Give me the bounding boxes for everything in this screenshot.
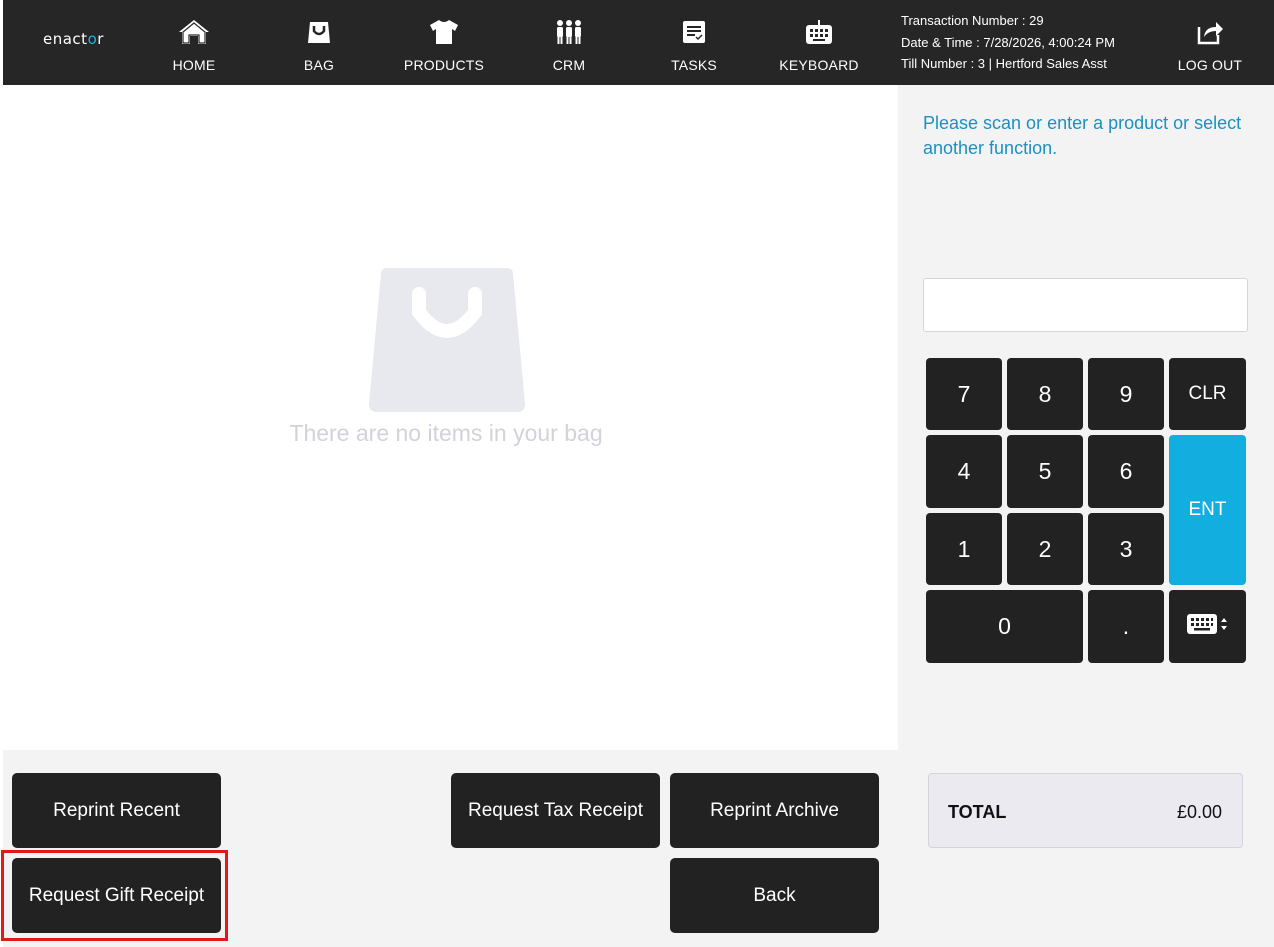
people-icon — [554, 18, 584, 46]
bag-icon — [306, 18, 332, 46]
tshirt-icon — [429, 18, 459, 46]
total-label: TOTAL — [948, 802, 1007, 822]
nav-products-label: PRODUCTS — [403, 57, 485, 73]
empty-bag-icon — [367, 268, 527, 419]
till-number: Till Number : 3 | Hertford Sales Asst — [901, 56, 1107, 71]
enactor-logo: enactor — [43, 30, 104, 48]
request-tax-receipt-button[interactable]: Request Tax Receipt — [451, 773, 660, 848]
key-clear[interactable]: CLR — [1169, 358, 1246, 430]
transaction-info: Transaction Number : 29 Date & Time : 7/… — [901, 10, 1115, 75]
empty-bag-message: There are no items in your bag — [289, 420, 603, 446]
keyboard-toggle-icon — [1186, 612, 1230, 642]
nav-crm-label: CRM — [552, 57, 586, 73]
keyboard-toggle-button[interactable] — [1169, 590, 1246, 663]
key-6[interactable]: 6 — [1088, 435, 1164, 508]
key-8[interactable]: 8 — [1007, 358, 1083, 430]
nav-bag[interactable]: BAG — [269, 0, 369, 85]
product-entry-input[interactable] — [923, 278, 1248, 332]
nav-bag-label: BAG — [303, 57, 335, 73]
nav-tasks[interactable]: TASKS — [644, 0, 744, 85]
transaction-number: Transaction Number : 29 — [901, 13, 1044, 28]
back-button[interactable]: Back — [670, 858, 879, 933]
nav-home-label: HOME — [172, 57, 216, 73]
reprint-archive-button[interactable]: Reprint Archive — [670, 773, 879, 848]
nav-products[interactable]: PRODUCTS — [394, 0, 494, 85]
pos-app: enactor HOME BAG PRODUCTS CRM TASKS KEYB… — [0, 0, 1274, 947]
nav-tasks-label: TASKS — [671, 57, 717, 73]
nav-home[interactable]: HOME — [144, 0, 244, 85]
key-5[interactable]: 5 — [1007, 435, 1083, 508]
tasks-icon — [682, 18, 706, 46]
home-icon — [178, 18, 210, 46]
logout-button[interactable]: LOG OUT — [1160, 0, 1260, 85]
key-4[interactable]: 4 — [926, 435, 1002, 508]
key-7[interactable]: 7 — [926, 358, 1002, 430]
keyboard-icon — [805, 18, 833, 46]
nav-keyboard-label: KEYBOARD — [779, 57, 859, 73]
instruction-prompt: Please scan or enter a product or select… — [923, 113, 1242, 158]
key-3[interactable]: 3 — [1088, 513, 1164, 585]
key-0[interactable]: 0 — [926, 590, 1083, 663]
key-9[interactable]: 9 — [1088, 358, 1164, 430]
reprint-recent-button[interactable]: Reprint Recent — [12, 773, 221, 848]
transaction-datetime: Date & Time : 7/28/2026, 4:00:24 PM — [901, 34, 1115, 50]
input-panel: Please scan or enter a product or select… — [898, 85, 1274, 947]
action-button-area: Reprint Recent Request Tax Receipt Repri… — [3, 750, 898, 947]
nav-keyboard[interactable]: KEYBOARD — [769, 0, 869, 85]
logout-label: LOG OUT — [1177, 57, 1243, 73]
key-1[interactable]: 1 — [926, 513, 1002, 585]
top-bar: enactor HOME BAG PRODUCTS CRM TASKS KEYB… — [3, 0, 1274, 85]
bag-area: There are no items in your bag — [3, 85, 898, 750]
total-value: £0.00 — [1176, 802, 1222, 822]
total-display: TOTAL £0.00 — [928, 773, 1243, 848]
logout-icon — [1196, 18, 1224, 46]
key-decimal[interactable]: . — [1088, 590, 1164, 663]
request-gift-receipt-button[interactable]: Request Gift Receipt — [12, 858, 221, 933]
key-2[interactable]: 2 — [1007, 513, 1083, 585]
key-enter[interactable]: ENT — [1169, 435, 1246, 585]
nav-crm[interactable]: CRM — [519, 0, 619, 85]
